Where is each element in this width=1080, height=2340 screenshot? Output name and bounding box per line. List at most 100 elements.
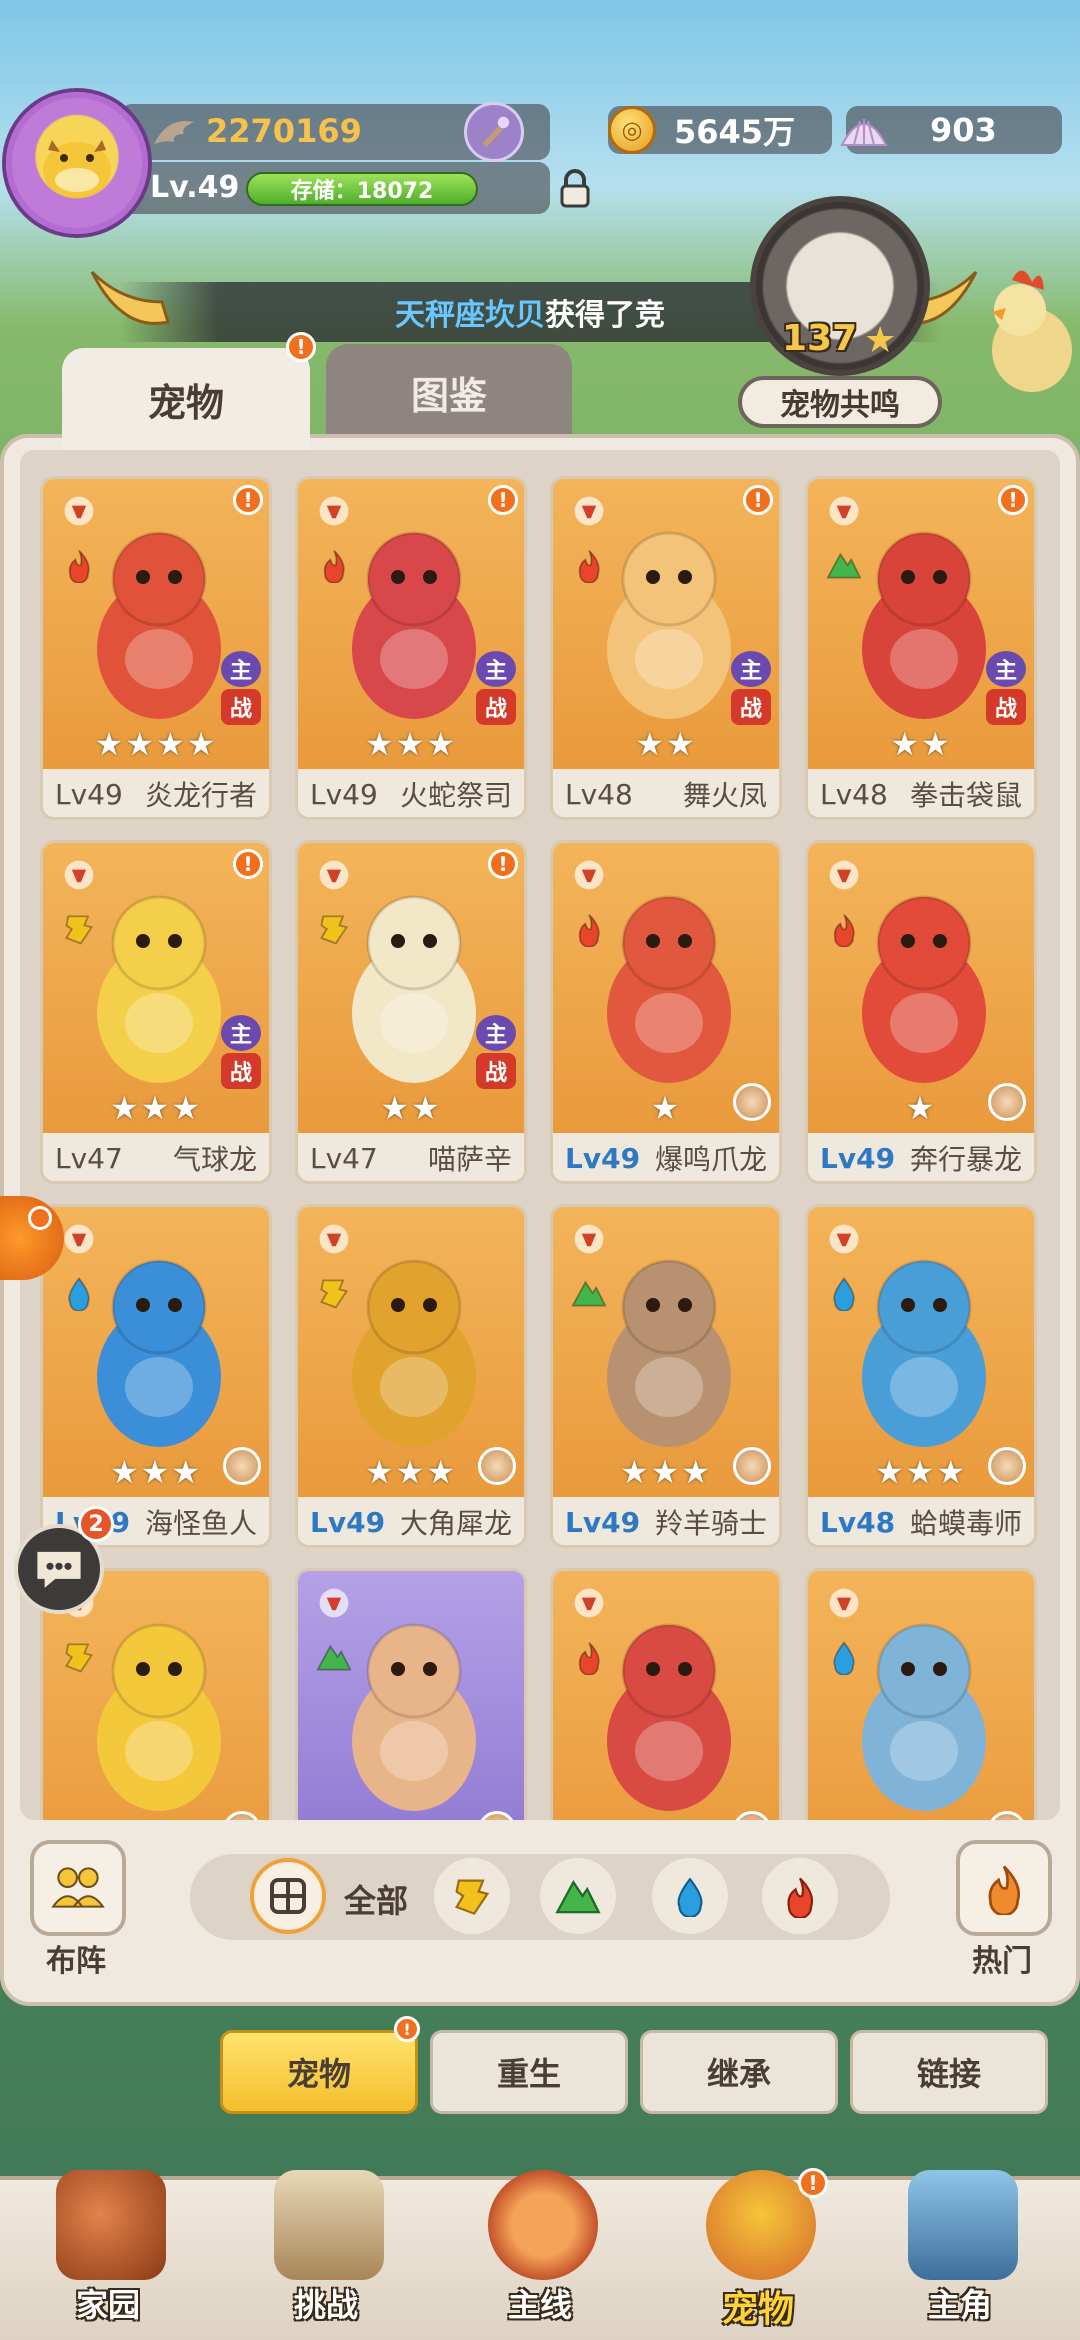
pet-creature-image [607,1259,731,1447]
battle-badge: 主战 [476,1015,516,1089]
battle-badge: 主战 [986,651,1026,725]
pet-stars: ★★★ [364,725,458,763]
earth-element-icon [555,1879,601,1914]
pet-stars: ★★★★ [94,725,218,763]
nav-main-story[interactable]: 主线 [450,2160,630,2340]
pet-creature-image [352,1623,476,1811]
lock-icon[interactable] [558,168,592,208]
battle-badge: 主战 [731,651,771,725]
pet-stars: ★★★ [109,1089,203,1127]
filter-water[interactable] [652,1858,728,1934]
pet-card[interactable]: ★★★★ Lv49 炎龙行者 主战! [40,476,272,820]
pet-stars: ★★ [635,725,697,763]
pet-class-icon [312,1217,356,1261]
water-element-icon [822,1271,866,1315]
fight-badge: 战 [476,1053,516,1089]
pet-resonance-button[interactable]: 137 ★ 宠物共鸣 [736,196,944,428]
storage-bar: 存储：18072 [246,172,478,206]
pet-card[interactable]: ★★★ Lv49 羚羊骑士 [550,1204,782,1548]
team-icon [51,1867,105,1908]
main-badge: 主 [221,1015,261,1051]
nav-main-story-label: 主线 [507,2286,572,2324]
pet-name: 喵萨辛 [427,1143,512,1176]
earth-element-icon [567,1271,611,1315]
pet-card[interactable]: ★ Lv49 奔行暴龙 [805,840,1037,1184]
pet-class-icon [312,853,356,897]
player-avatar[interactable] [6,92,148,234]
equipped-avatar-icon [733,1447,771,1485]
pet-card[interactable]: ★★★ Lv49 火蛇祭司 主战! [295,476,527,820]
pet-name: 炎龙行者 [144,779,257,812]
main-story-sun-icon [488,2170,598,2280]
pet-creature-image [97,1623,221,1811]
pet-card[interactable]: ★★ Lv48 舞火凤 主战! [550,476,782,820]
battle-badge: 主战 [476,651,516,725]
formation-button[interactable] [30,1840,126,1936]
pet-card[interactable] [295,1568,527,1820]
nav-hero[interactable]: 主角 [870,2160,1050,2340]
main-badge: 主 [221,651,261,687]
pet-card[interactable] [550,1568,782,1820]
pet-name-bar: Lv48 蛤蟆毒师 [808,1497,1034,1545]
nav-challenge[interactable]: 挑战 [236,2160,416,2340]
horn-left-icon [90,270,170,325]
filter-earth[interactable] [540,1858,616,1934]
gem-icon[interactable] [464,102,524,162]
pet-creature-image [607,1623,731,1811]
nav-home-label: 家园 [75,2286,140,2324]
wing-icon [154,120,194,144]
pet-name-bar: Lv47 喵萨辛 [298,1133,524,1181]
pet-card[interactable]: ★★★ Lv49 大角犀龙 [295,1204,527,1548]
pet-name: 奔行暴龙 [909,1143,1022,1176]
flame-icon [988,1865,1021,1915]
hot-button[interactable] [956,1840,1052,1936]
pet-creature-image [607,895,731,1083]
pet-creature-image [97,1259,221,1447]
score-value: 2270169 [206,112,362,150]
nav-home[interactable]: 家园 [18,2160,198,2340]
equipped-avatar-icon [223,1447,261,1485]
pet-card[interactable] [805,1568,1037,1820]
pet-name-bar: Lv49 火蛇祭司 [298,769,524,817]
subtab-rebirth[interactable]: 重生 [430,2030,628,2114]
equipped-avatar-icon [478,1447,516,1485]
subtab-inherit[interactable]: 继承 [640,2030,838,2114]
pet-creature-image [862,1623,986,1811]
rooster-decoration [992,270,1072,392]
subtab-pets[interactable]: 宠物 [220,2030,418,2114]
pet-level: Lv47 [55,1141,123,1175]
pet-name-bar: Lv49 羚羊骑士 [553,1497,779,1545]
pet-creature-image [352,1259,476,1447]
filter-fire[interactable] [762,1858,838,1934]
thunder-element-icon [454,1879,490,1915]
pet-card[interactable]: ★★★ Lv49 海怪鱼人 [40,1204,272,1548]
pet-name: 大角犀龙 [399,1507,512,1540]
pet-creature-image [97,895,221,1083]
pet-grid-scroll[interactable]: ★★★★ Lv49 炎龙行者 主战! ★★★ Lv49 火蛇祭司 主 战 ! ★… [20,450,1060,1820]
pet-creature-image [352,531,476,719]
fire-element-icon [57,543,101,587]
nav-pets-badge: ! [798,2168,828,2198]
pet-card[interactable]: ★ Lv49 爆鸣爪龙 [550,840,782,1184]
pet-level: Lv47 [310,1141,378,1175]
pet-card[interactable]: ★★★ Lv47 气球龙 主战! [40,840,272,1184]
filter-all[interactable] [250,1858,326,1934]
pet-level: Lv49 [310,1505,386,1539]
main-badge: 主 [476,1015,516,1051]
tab-handbook[interactable]: 图鉴 [326,344,572,440]
subtab-link[interactable]: 链接 [850,2030,1048,2114]
shell-value: 903 [930,111,997,149]
fire-element-icon [312,543,356,587]
pet-alert-badge: ! [233,849,263,879]
pet-card[interactable]: ★★ Lv47 喵萨辛 主战! [295,840,527,1184]
main-badge: 主 [476,651,516,687]
pet-level: Lv49 [55,777,123,811]
pet-card[interactable]: ★★★ Lv48 蛤蟆毒师 [805,1204,1037,1548]
pet-name: 海怪鱼人 [144,1507,257,1540]
player-level: Lv.49 [150,170,240,205]
pet-card[interactable]: ★★ Lv48 拳击袋鼠 主战! [805,476,1037,820]
water-element-icon [677,1877,703,1917]
fire-element-icon [567,1635,611,1679]
filter-thunder[interactable] [434,1858,510,1934]
tab-pets[interactable]: 宠物 [62,348,310,450]
